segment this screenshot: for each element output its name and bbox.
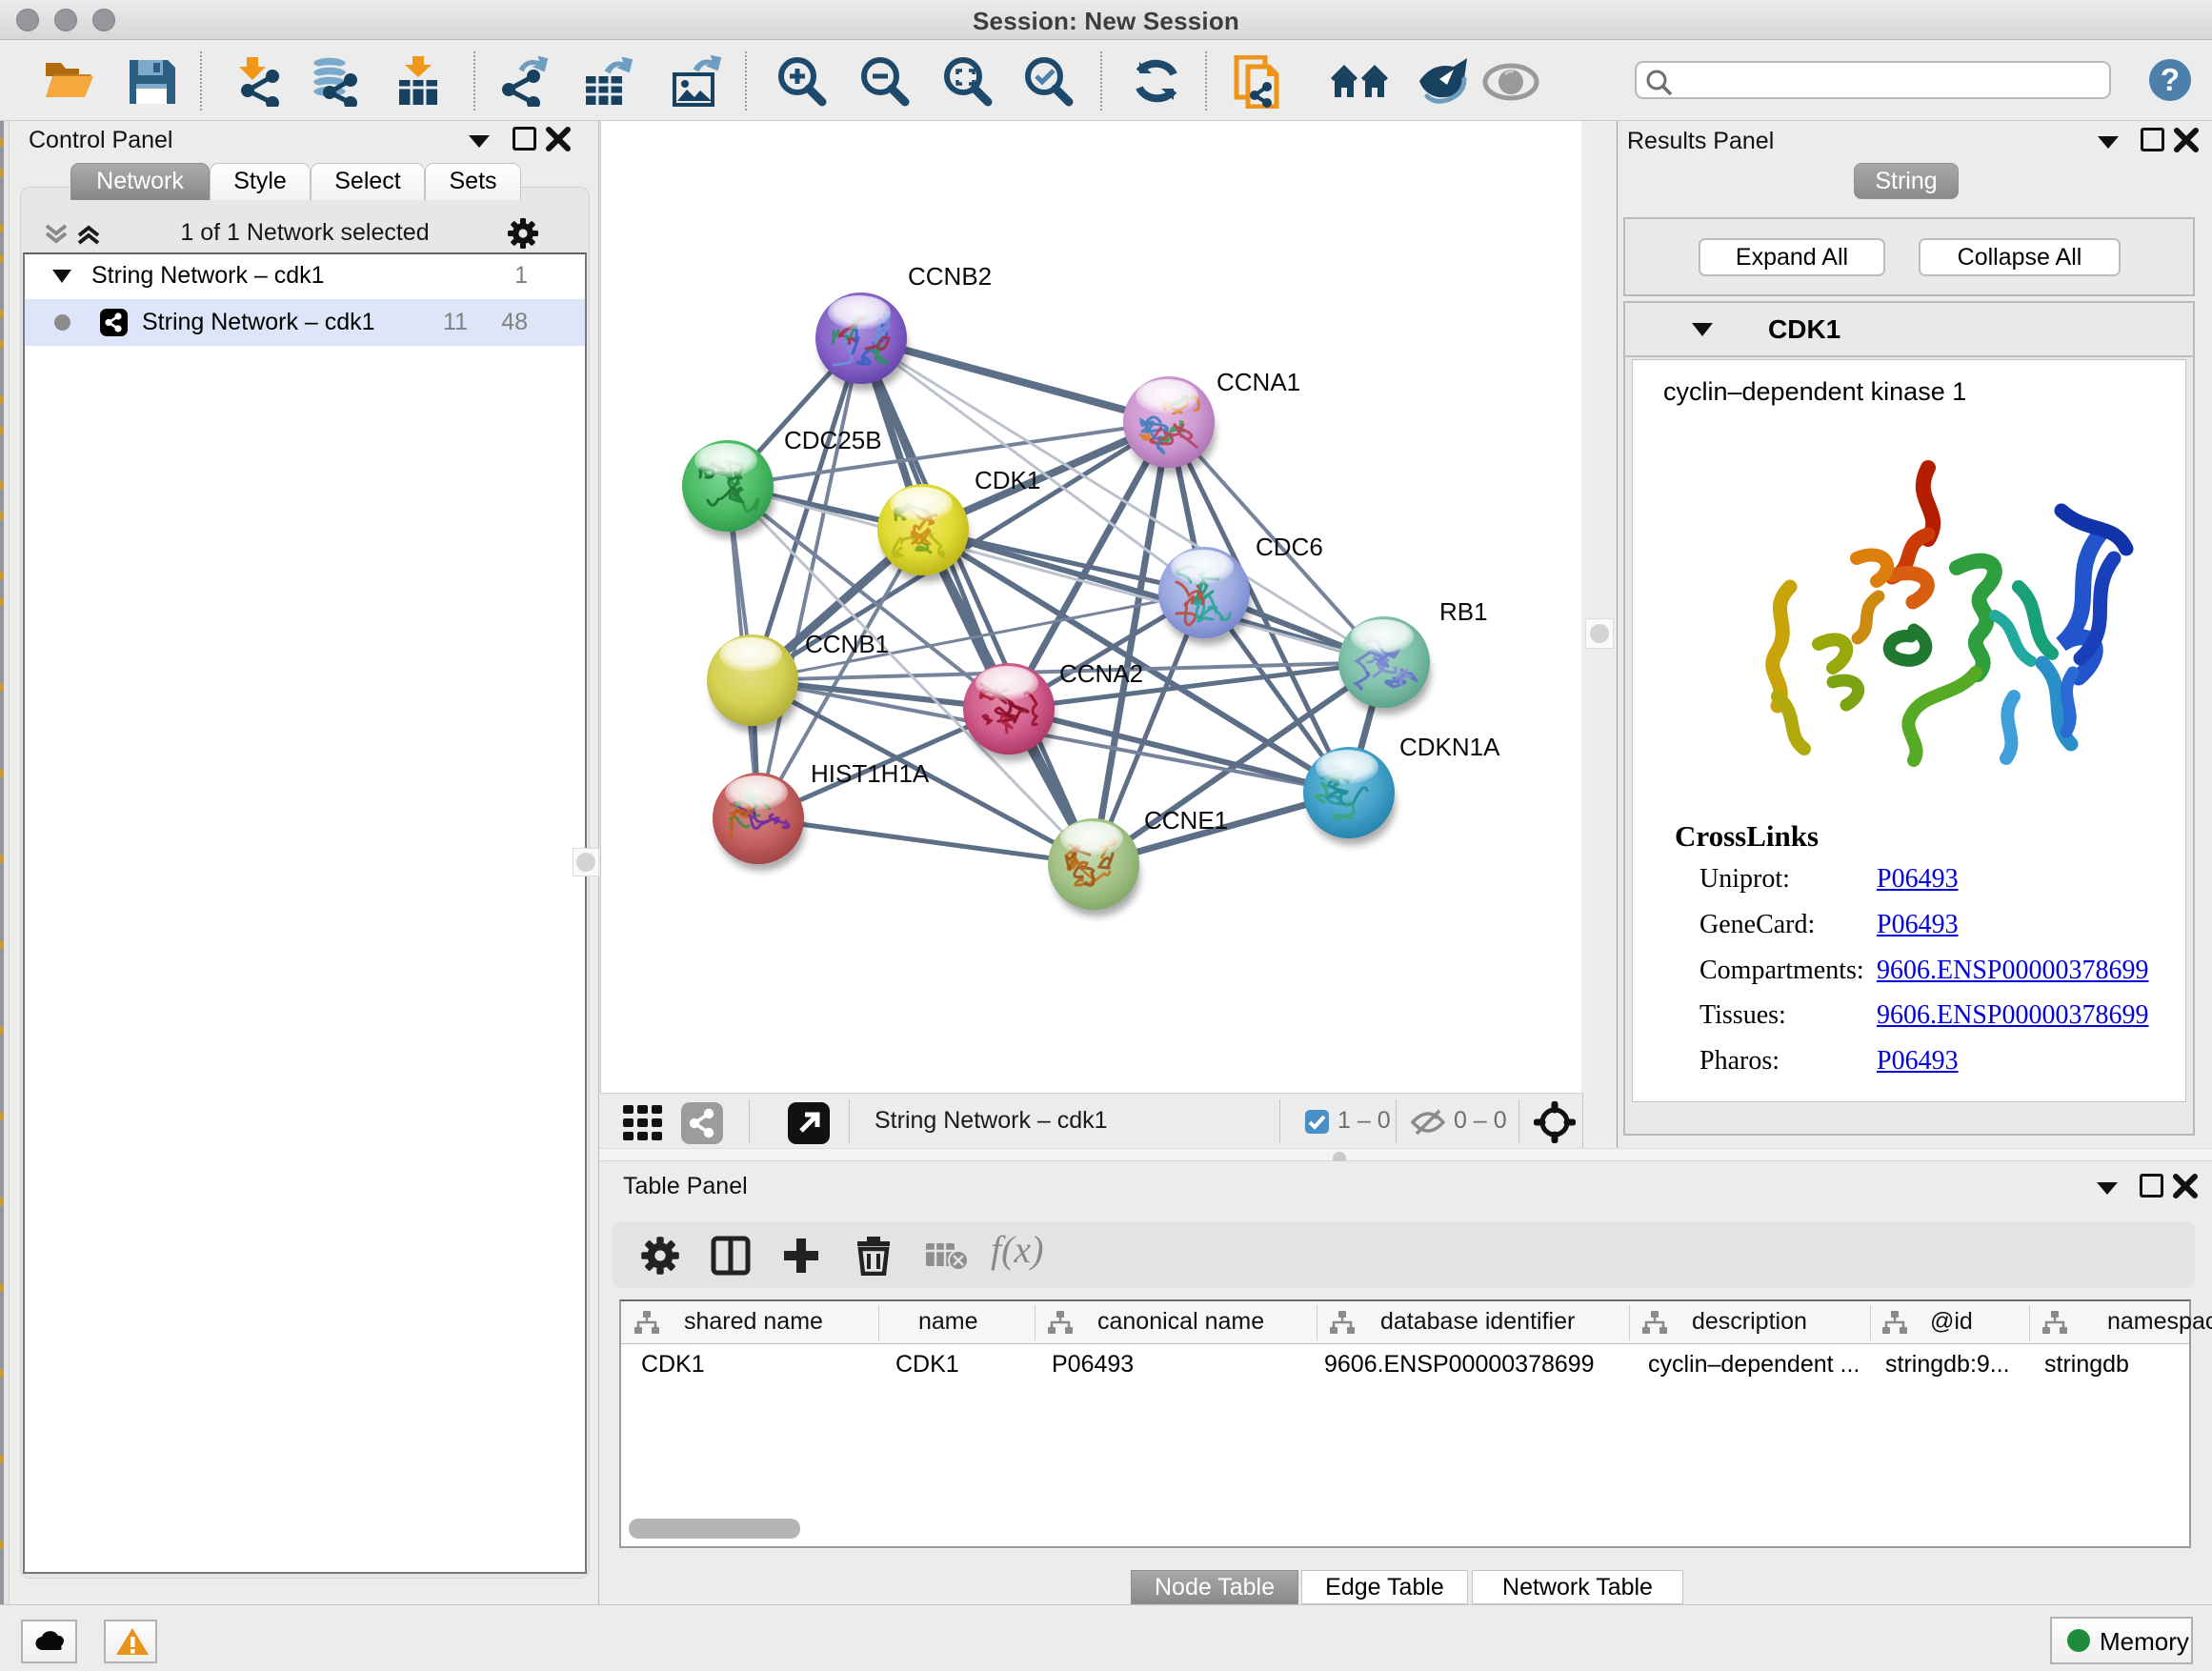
svg-text:RB1: RB1 bbox=[1439, 597, 1488, 626]
svg-text:CDC25B: CDC25B bbox=[784, 426, 882, 454]
svg-text:HIST1H1A: HIST1H1A bbox=[811, 759, 930, 788]
svg-text:CCNA1: CCNA1 bbox=[1217, 368, 1300, 396]
svg-text:CDC6: CDC6 bbox=[1256, 533, 1323, 561]
svg-text:CCNB1: CCNB1 bbox=[805, 630, 889, 658]
svg-text:CDK1: CDK1 bbox=[975, 466, 1040, 494]
svg-text:CCNA2: CCNA2 bbox=[1059, 659, 1143, 688]
svg-text:CDKN1A: CDKN1A bbox=[1399, 733, 1500, 761]
svg-text:CCNB2: CCNB2 bbox=[908, 262, 992, 291]
svg-text:CCNE1: CCNE1 bbox=[1144, 806, 1228, 835]
